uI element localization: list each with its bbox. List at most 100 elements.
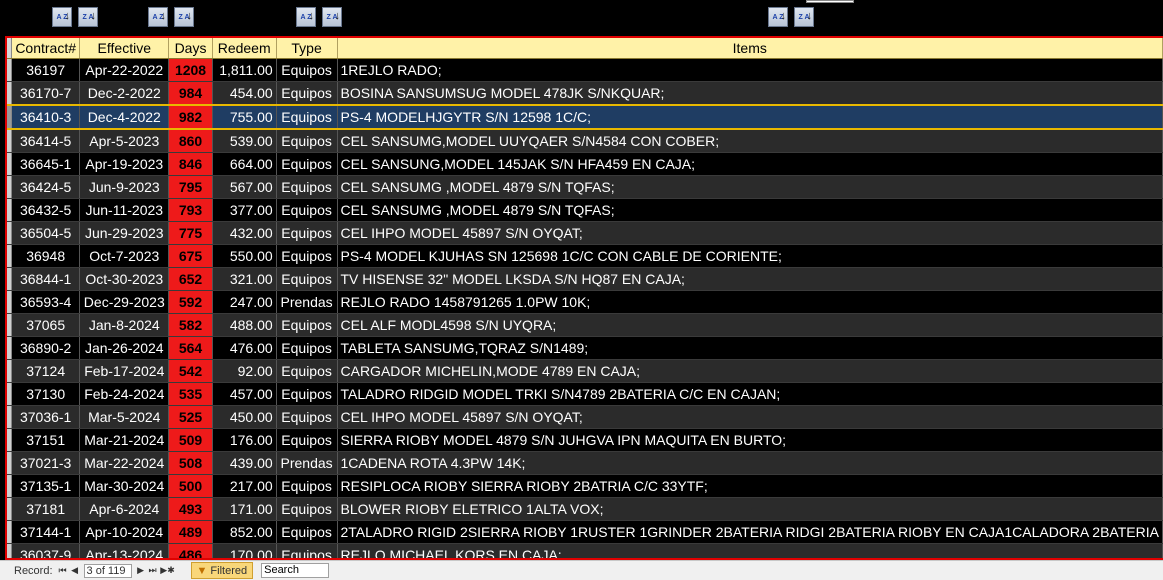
cell-contract[interactable]: 37135-1 <box>11 474 81 498</box>
sort-descending-icon[interactable]: Z A ↓ <box>322 7 342 27</box>
cell-type[interactable]: Prendas <box>276 451 338 475</box>
cell-items[interactable]: BOSINA SANSUMSUG MODEL 478JK S/NKQUAR; <box>337 81 1163 106</box>
sort-ascending-icon[interactable]: A Z ↓ <box>52 7 72 27</box>
cell-items[interactable]: RESIPLOCA RIOBY SIERRA RIOBY 2BATRIA C/C… <box>337 474 1163 498</box>
cell-contract[interactable]: 37065 <box>11 313 81 337</box>
cell-type[interactable]: Equipos <box>276 58 338 82</box>
cell-redeem[interactable]: 321.00 <box>212 267 277 291</box>
cell-type[interactable]: Equipos <box>276 267 338 291</box>
cell-redeem[interactable]: 171.00 <box>212 497 277 521</box>
table-row[interactable]: 36170-7 Dec-2-2022 984 454.00 Equipos BOSINA … <box>7 81 1163 106</box>
cell-contract[interactable]: 36593-4 <box>11 290 81 314</box>
cell-effective[interactable]: Apr-13-2024 <box>79 543 170 558</box>
cell-effective[interactable]: Dec-29-2023 <box>79 290 170 314</box>
cell-days[interactable]: 493 <box>168 497 213 521</box>
cell-days[interactable]: 486 <box>168 543 213 558</box>
cell-type[interactable]: Equipos <box>276 198 338 222</box>
cell-days[interactable]: 582 <box>168 313 213 337</box>
cell-days[interactable]: 1208 <box>168 58 213 82</box>
cell-type[interactable]: Equipos <box>276 81 338 106</box>
cell-redeem[interactable]: 247.00 <box>212 290 277 314</box>
cell-items[interactable]: REJLO MICHAEL KORS EN CAJA; <box>337 543 1163 558</box>
cell-items[interactable]: CEL IHPO MODEL 45897 S/N OYQAT; <box>337 221 1163 245</box>
cell-items[interactable]: REJLO RADO 1458791265 1.0PW 10K; <box>337 290 1163 314</box>
cell-redeem[interactable]: 457.00 <box>212 382 277 406</box>
cell-effective[interactable]: Apr-5-2023 <box>79 129 170 153</box>
cell-days[interactable]: 525 <box>168 405 213 429</box>
cell-effective[interactable]: Jun-9-2023 <box>79 175 170 199</box>
cell-redeem[interactable]: 539.00 <box>212 129 277 153</box>
cell-items[interactable]: CEL SANSUMG ,MODEL 4879 S/N TQFAS; <box>337 198 1163 222</box>
table-row[interactable]: 36432-5 Jun-11-2023 793 377.00 Equipos CEL SA… <box>7 198 1163 222</box>
next-record-icon[interactable]: ▶ <box>135 565 147 576</box>
cell-contract[interactable]: 36844-1 <box>11 267 81 291</box>
cell-days[interactable]: 675 <box>168 244 213 268</box>
table-row[interactable]: 37181 Apr-6-2024 493 171.00 Equipos BLOWER RI… <box>7 497 1163 521</box>
cell-days[interactable]: 652 <box>168 267 213 291</box>
cell-contract[interactable]: 37144-1 <box>11 520 81 544</box>
last-record-icon[interactable]: ⏭ <box>147 565 159 576</box>
cell-redeem[interactable]: 664.00 <box>212 152 277 176</box>
cell-items[interactable]: BLOWER RIOBY ELETRICO 1ALTA VOX; <box>337 497 1163 521</box>
cell-items[interactable]: CEL SANSUNG,MODEL 145JAK S/N HFA459 EN C… <box>337 152 1163 176</box>
cell-type[interactable]: Equipos <box>276 129 338 153</box>
cell-effective[interactable]: Jan-26-2024 <box>79 336 170 360</box>
cell-items[interactable]: TALADRO RIDGID MODEL TRKI S/N4789 2BATER… <box>337 382 1163 406</box>
cell-effective[interactable]: Apr-22-2022 <box>79 58 170 82</box>
cell-contract[interactable]: 37130 <box>11 382 81 406</box>
cell-items[interactable]: 1REJLO RADO; <box>337 58 1163 82</box>
cell-redeem[interactable]: 439.00 <box>212 451 277 475</box>
cell-days[interactable]: 489 <box>168 520 213 544</box>
table-row[interactable]: 36504-5 Jun-29-2023 775 432.00 Equipos CEL IH… <box>7 221 1163 245</box>
sort-ascending-icon[interactable]: A Z ↓ <box>296 7 316 27</box>
cell-effective[interactable]: Apr-10-2024 <box>79 520 170 544</box>
cell-effective[interactable]: Mar-21-2024 <box>79 428 170 452</box>
sort-ascending-icon[interactable]: A Z ↓ <box>148 7 168 27</box>
cell-type[interactable]: Equipos <box>276 244 338 268</box>
cell-effective[interactable]: Feb-17-2024 <box>79 359 170 383</box>
cell-items[interactable]: CARGADOR MICHELIN,MODE 4789 EN CAJA; <box>337 359 1163 383</box>
cell-type[interactable]: Equipos <box>276 543 338 558</box>
search-input[interactable]: Search <box>261 563 330 578</box>
cell-items[interactable]: 2TALADRO RIGID 2SIERRA RIOBY 1RUSTER 1GR… <box>337 520 1163 544</box>
cell-contract[interactable]: 37124 <box>11 359 81 383</box>
cell-redeem[interactable]: 1,811.00 <box>212 58 277 82</box>
cell-items[interactable]: 1CADENA ROTA 4.3PW 14K; <box>337 451 1163 475</box>
cell-type[interactable]: Equipos <box>276 313 338 337</box>
cell-items[interactable]: CEL SANSUMG ,MODEL 4879 S/N TQFAS; <box>337 175 1163 199</box>
cell-days[interactable]: 984 <box>168 81 213 106</box>
table-row[interactable]: 36424-5 Jun-9-2023 795 567.00 Equipos CEL SAN… <box>7 175 1163 199</box>
cell-contract[interactable]: 36890-2 <box>11 336 81 360</box>
cell-effective[interactable]: Oct-7-2023 <box>79 244 170 268</box>
cell-contract[interactable]: 36504-5 <box>11 221 81 245</box>
cell-redeem[interactable]: 92.00 <box>212 359 277 383</box>
cell-type[interactable]: Equipos <box>276 520 338 544</box>
table-row[interactable]: 37065 Jan-8-2024 582 488.00 Equipos CEL ALF M… <box>7 313 1163 337</box>
cell-contract[interactable]: 36948 <box>11 244 81 268</box>
table-row[interactable]: 37144-1 Apr-10-2024 489 852.00 Equipos 2TALAD… <box>7 520 1163 544</box>
filter-input[interactable] <box>806 0 854 3</box>
cell-effective[interactable]: Mar-30-2024 <box>79 474 170 498</box>
cell-redeem[interactable]: 476.00 <box>212 336 277 360</box>
cell-effective[interactable]: Oct-30-2023 <box>79 267 170 291</box>
column-header-contract[interactable]: Contract# <box>11 38 81 59</box>
cell-type[interactable]: Equipos <box>276 405 338 429</box>
table-row[interactable]: 36890-2 Jan-26-2024 564 476.00 Equipos TABLET… <box>7 336 1163 360</box>
cell-redeem[interactable]: 432.00 <box>212 221 277 245</box>
cell-type[interactable]: Equipos <box>276 221 338 245</box>
cell-type[interactable]: Equipos <box>276 336 338 360</box>
cell-effective[interactable]: Dec-4-2022 <box>79 104 170 130</box>
cell-contract[interactable]: 36645-1 <box>11 152 81 176</box>
cell-effective[interactable]: Feb-24-2024 <box>79 382 170 406</box>
column-header-days[interactable]: Days <box>168 38 213 59</box>
column-header-items[interactable]: Items <box>337 38 1163 59</box>
cell-effective[interactable]: Jun-29-2023 <box>79 221 170 245</box>
cell-contract[interactable]: 36432-5 <box>11 198 81 222</box>
cell-effective[interactable]: Apr-6-2024 <box>79 497 170 521</box>
cell-redeem[interactable]: 176.00 <box>212 428 277 452</box>
cell-items[interactable]: SIERRA RIOBY MODEL 4879 S/N JUHGVA IPN M… <box>337 428 1163 452</box>
cell-redeem[interactable]: 454.00 <box>212 81 277 106</box>
cell-contract[interactable]: 36197 <box>11 58 81 82</box>
cell-type[interactable]: Prendas <box>276 290 338 314</box>
table-row[interactable]: 36197 Apr-22-2022 1208 1,811.00 Equipos 1REJL… <box>7 58 1163 82</box>
